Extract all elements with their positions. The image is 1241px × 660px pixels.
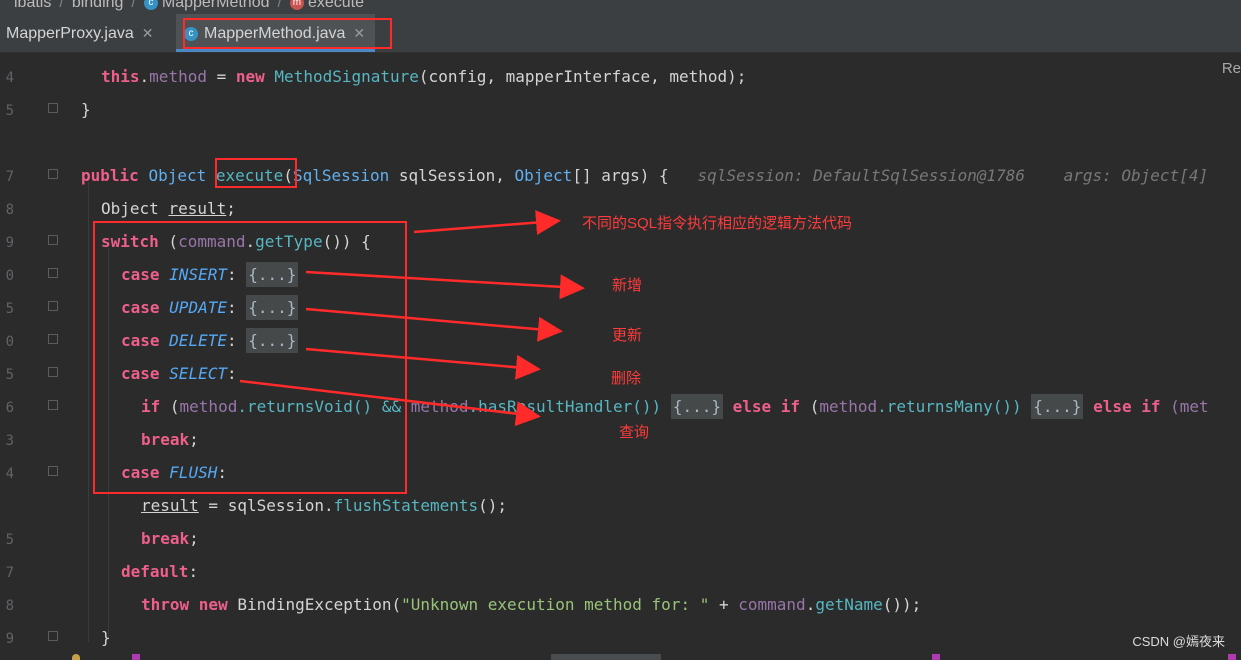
marker [932,654,940,660]
scrollbar-thumb[interactable] [551,654,661,660]
marker [132,654,140,660]
arrow-update [305,307,563,342]
annotation-insert: 新增 [612,277,643,294]
annotation-delete: 删除 [611,370,642,387]
horizontal-scrollbar[interactable] [0,654,1241,660]
arrow-main [413,210,561,236]
marker [1228,654,1236,660]
annotation-select: 查询 [619,424,650,441]
arrow-select [239,379,541,427]
annotation-update: 更新 [612,327,643,344]
warning-mark [72,654,80,660]
arrow-insert [305,270,585,300]
annotation-main: 不同的SQL指令执行相应的逻辑方法代码 [582,215,853,232]
watermark: CSDN @嫣夜来 [1132,634,1225,649]
arrow-delete [305,347,541,380]
